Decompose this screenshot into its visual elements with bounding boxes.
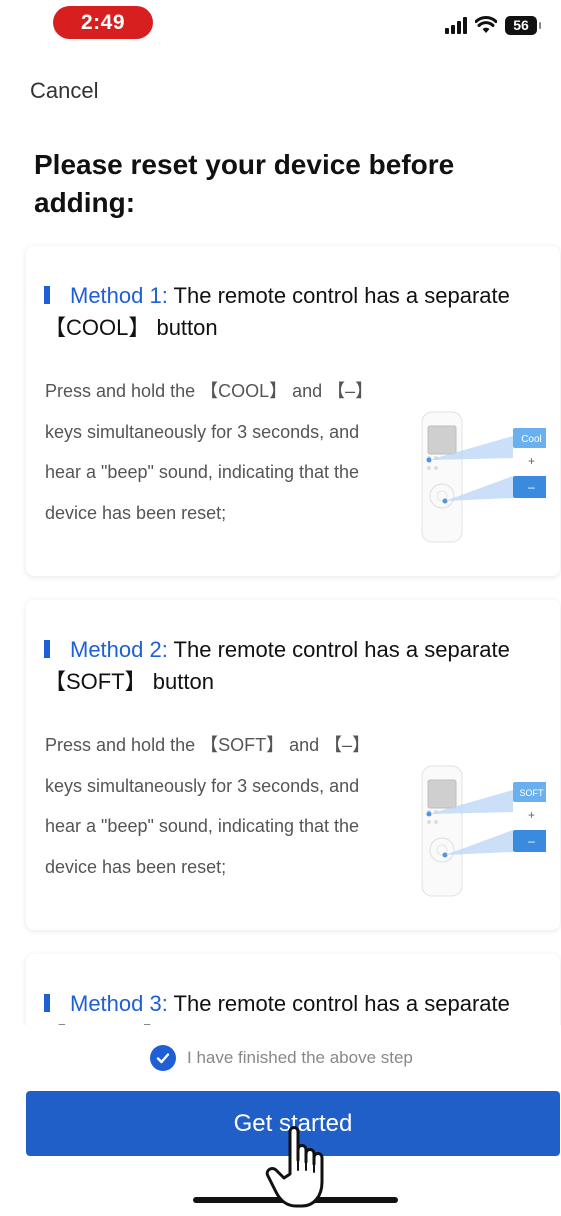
wifi-icon [475, 16, 497, 33]
checkmark-icon [150, 1045, 176, 1071]
cellular-signal-icon [445, 16, 467, 34]
minus-key-label: – [528, 480, 535, 494]
method-label: Method 1: [70, 283, 168, 308]
accent-bar [44, 286, 50, 304]
method-card-header: Method 1: The remote control has a separ… [44, 280, 524, 344]
remote-control-illustration: SOFT + – [421, 765, 546, 897]
status-bar: 2:49 56 [0, 0, 561, 50]
method-card-1: Method 1: The remote control has a separ… [26, 246, 560, 576]
method-card-3: Method 3: The remote control has a separ… [26, 954, 560, 1027]
accent-bar [44, 640, 50, 658]
status-icons: 56 [445, 14, 541, 36]
method-instructions: Press and hold the 【SOFT】 and 【–】 keys s… [45, 735, 371, 877]
page-title: Please reset your device before adding: [34, 149, 455, 218]
method-card-2: Method 2: The remote control has a separ… [26, 600, 560, 930]
method-label: Method 2: [70, 637, 168, 662]
method-card-header: Method 2: The remote control has a separ… [44, 634, 524, 698]
remote-control-illustration: Cool + – [421, 411, 546, 543]
accent-bar [44, 994, 50, 1012]
soft-key-label: SOFT [520, 788, 545, 798]
cancel-button[interactable]: Cancel [30, 78, 98, 104]
tap-hand-pointer-icon [265, 1126, 324, 1208]
finished-step-label: I have finished the above step [187, 1048, 413, 1067]
method-card-header: Method 3: The remote control has a separ… [44, 988, 524, 1027]
plus-key-label: + [528, 454, 535, 468]
plus-key-label: + [528, 808, 535, 822]
method-label: Method 3: [70, 991, 168, 1016]
status-time: 2:49 [53, 6, 153, 39]
minus-key-label: – [528, 834, 535, 848]
finished-step-checkbox[interactable]: I have finished the above step [150, 1045, 413, 1071]
methods-list[interactable]: Method 1: The remote control has a separ… [0, 232, 561, 1027]
battery-icon: 56 [505, 15, 541, 35]
method-instructions: Press and hold the 【COOL】 and 【–】 keys s… [45, 381, 374, 523]
cool-key-label: Cool [521, 434, 542, 445]
